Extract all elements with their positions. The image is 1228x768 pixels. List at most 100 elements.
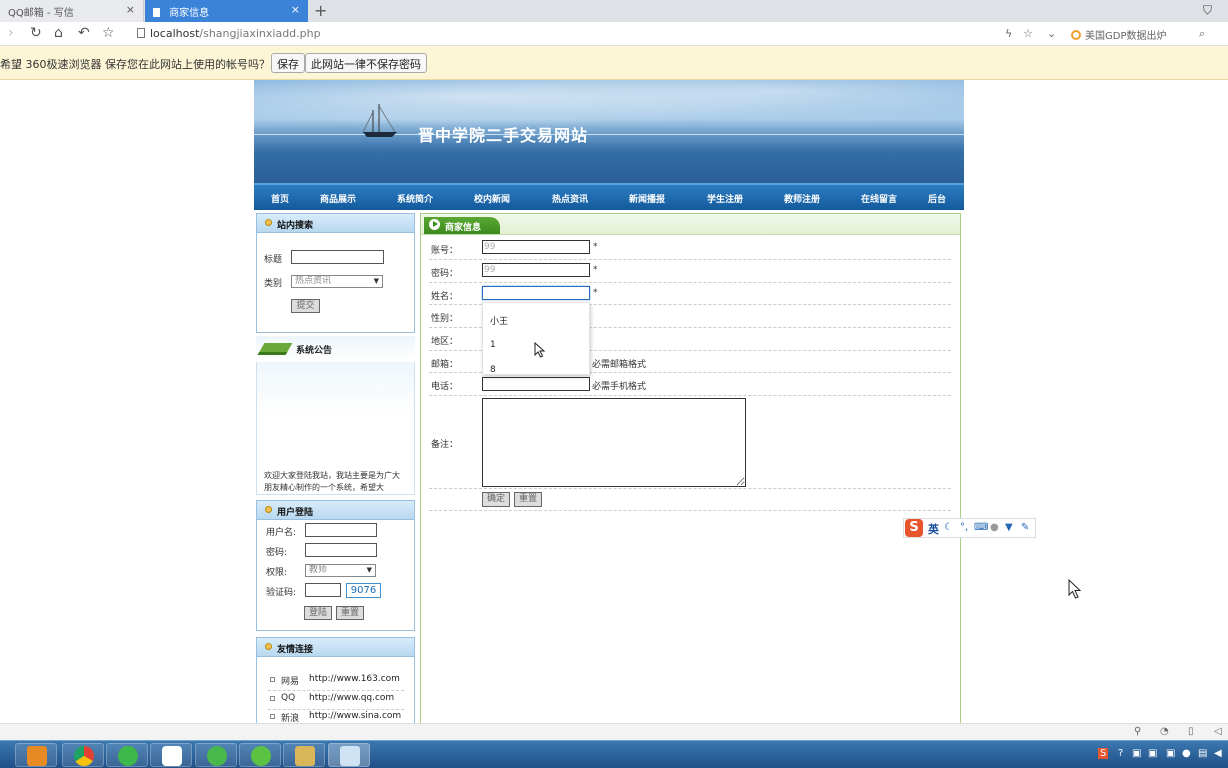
notice-panel: 欢迎大家登陆我站，我站主要是为广大朋友精心制作的一个系统，希望大 (256, 362, 415, 495)
new-tab-button[interactable]: + (314, 1, 327, 20)
login-reset-button[interactable]: 重置 (336, 606, 364, 620)
form-heading-tab: 商家信息 (424, 217, 500, 234)
wps-icon (162, 746, 182, 766)
phone-input[interactable] (482, 377, 590, 391)
tray-sogou-icon[interactable]: S (1098, 748, 1109, 759)
tray-icon[interactable]: ▣ (1166, 748, 1175, 759)
undo-icon[interactable]: ↶ (78, 25, 90, 41)
reload-icon[interactable]: ↻ (30, 25, 42, 41)
autocomplete-option[interactable]: 小王 (490, 314, 508, 327)
media-player-icon (27, 746, 47, 766)
wrench-icon[interactable]: ✎ (1021, 522, 1029, 533)
tab-merchant-info[interactable]: 商家信息 × (145, 0, 308, 22)
role-select[interactable]: 教师 ▼ (305, 564, 376, 577)
category-select[interactable]: 热点资讯 ▼ (291, 275, 383, 288)
close-icon[interactable]: × (126, 3, 135, 16)
phone-hint: 必需手机格式 (592, 382, 647, 392)
password-input[interactable] (305, 543, 377, 557)
page-info-icon (137, 28, 145, 38)
bullet-icon (265, 506, 272, 513)
never-save-button[interactable]: 此网站一律不保存密码 (305, 53, 427, 73)
tab-qq-mail[interactable]: QQ邮箱 - 写信 × (0, 0, 144, 22)
tray-help-icon[interactable]: ? (1118, 748, 1123, 759)
book-icon (257, 343, 293, 355)
tray-penguin-icon[interactable]: ● (1182, 748, 1191, 759)
windows-taskbar: S ? ▣ ▣ ▣ ● ▤ ◀ (0, 740, 1228, 768)
nav-student-register[interactable]: 学生注册 (707, 192, 743, 205)
taskbar-app-active[interactable] (328, 743, 370, 767)
nav-home[interactable]: 首页 (271, 192, 289, 205)
captcha-input[interactable] (305, 583, 341, 597)
hot-search[interactable]: 美国GDP数据出炉 (1071, 27, 1166, 42)
chevron-down-icon[interactable]: ⌄ (1047, 27, 1056, 40)
tray-icon[interactable]: ▣ (1148, 748, 1157, 759)
taskbar-explorer[interactable] (283, 743, 325, 767)
sogou-logo-icon[interactable]: S (905, 519, 923, 537)
password-input[interactable]: 99 (482, 263, 590, 277)
trash-icon[interactable]: ▯ (1188, 726, 1194, 737)
browser-360-icon (207, 746, 227, 766)
taskbar-media-player[interactable] (15, 743, 57, 767)
nav-hot-news[interactable]: 热点资讯 (552, 192, 588, 205)
skin-icon[interactable]: ▼ (1005, 522, 1013, 533)
nav-products[interactable]: 商品展示 (320, 192, 356, 205)
star-icon[interactable]: ☆ (102, 25, 115, 41)
punctuation-icon[interactable]: °, (960, 522, 968, 533)
name-input[interactable] (482, 286, 590, 300)
taskbar-wps[interactable] (150, 743, 192, 767)
nav-messages[interactable]: 在线留言 (861, 192, 897, 205)
address-bar: › ↻ ⌂ ↶ ☆ localhost/shangjiaxinxiadd.php… (0, 22, 1228, 46)
nav-news-broadcast[interactable]: 新闻播报 (629, 192, 665, 205)
bullet-icon (270, 696, 275, 701)
taskbar-chrome[interactable] (62, 743, 104, 767)
folder-icon (295, 746, 315, 766)
nav-teacher-register[interactable]: 教师注册 (784, 192, 820, 205)
taskbar-360-safe[interactable] (239, 743, 281, 767)
title-search-input[interactable] (291, 250, 384, 264)
taskbar-360-browser[interactable] (195, 743, 237, 767)
keyboard-icon[interactable]: ⌨ (974, 522, 988, 533)
nav-admin[interactable]: 后台 (928, 192, 946, 205)
lightning-icon[interactable]: ϟ (1005, 27, 1012, 40)
username-input[interactable] (305, 523, 377, 537)
url-field[interactable]: localhost/shangjiaxinxiadd.php (137, 27, 321, 40)
nav-intro[interactable]: 系统简介 (397, 192, 433, 205)
tray-volume-icon[interactable]: ◀ (1214, 748, 1222, 759)
link-item[interactable]: QQ http://www.qq.com (268, 692, 404, 710)
phone-label: 电话： (431, 382, 459, 392)
browser-tab-bar: QQ邮箱 - 写信 × 商家信息 × + ⛉ (0, 0, 1228, 22)
autocomplete-option[interactable]: 1 (490, 340, 496, 350)
login-button[interactable]: 登陆 (304, 606, 332, 620)
speed-icon[interactable]: ◔ (1160, 726, 1169, 737)
ime-mode[interactable]: 英 (928, 521, 939, 537)
save-password-button[interactable]: 保存 (271, 53, 305, 73)
home-icon[interactable]: ⌂ (54, 25, 63, 41)
account-input[interactable]: 99 (482, 240, 590, 254)
search-icon[interactable]: ⌕ (1199, 27, 1205, 41)
dropdown-arrow-icon: ▼ (373, 277, 379, 285)
forward-icon[interactable]: › (8, 25, 14, 41)
name-autocomplete-dropdown: 小王 1 8 (482, 302, 590, 375)
tray-network-icon[interactable]: ▤ (1198, 748, 1207, 759)
remark-textarea[interactable] (482, 398, 746, 487)
moon-icon[interactable]: ☾ (944, 522, 953, 533)
volume-icon[interactable]: ◁ (1214, 726, 1222, 737)
shirt-icon[interactable]: ⛉ (1203, 3, 1212, 18)
nav-campus-news[interactable]: 校内新闻 (474, 192, 510, 205)
autocomplete-option[interactable]: 8 (490, 365, 496, 375)
form-reset-button[interactable]: 重置 (514, 492, 542, 507)
bullet-icon (270, 677, 275, 682)
captcha-image[interactable]: 9076 (346, 583, 381, 598)
link-item[interactable]: 网易 http://www.163.com (268, 673, 404, 691)
close-icon[interactable]: × (291, 3, 300, 16)
taskbar-ie[interactable] (106, 743, 148, 767)
tray-icon[interactable]: ▣ (1132, 748, 1141, 759)
broom-icon[interactable]: ⚲ (1134, 726, 1141, 737)
search-submit-button[interactable]: 提交 (291, 299, 320, 313)
user-icon[interactable]: ● (990, 522, 999, 533)
bookmark-star-icon[interactable]: ☆ (1023, 27, 1033, 40)
email-hint: 必需邮箱格式 (592, 360, 647, 370)
category-label: 类别 (264, 279, 283, 289)
username-label: 用户名: (266, 528, 297, 538)
confirm-button[interactable]: 确定 (482, 492, 510, 507)
